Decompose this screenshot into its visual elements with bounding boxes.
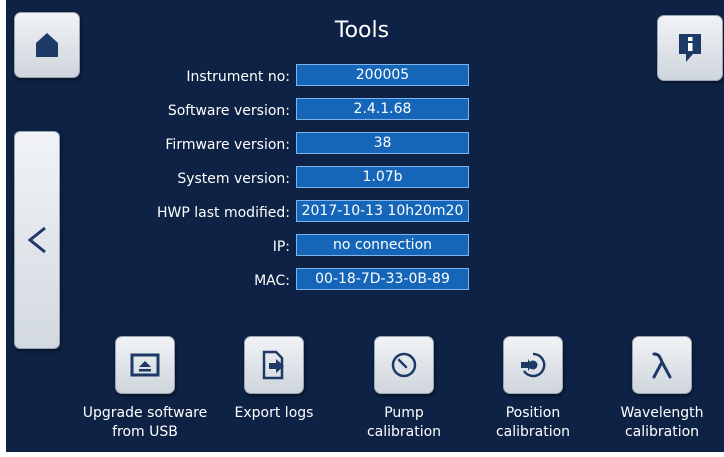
tool-upgrade-software: Upgrade software from USB — [75, 336, 215, 442]
wavelength-calibration-label: Wavelength calibration — [620, 405, 704, 440]
firmware-version-label: Firmware version: — [165, 137, 290, 153]
info-icon — [679, 34, 701, 62]
tool-position-calibration: Position calibration — [463, 336, 603, 442]
pump-calibration-label: Pump calibration — [366, 405, 442, 440]
ip-value: no connection — [296, 234, 469, 256]
page-title: Tools — [334, 18, 390, 43]
instrument-no-label: Instrument no: — [186, 69, 290, 85]
wavelength-calibration-button[interactable] — [632, 336, 692, 394]
software-version-label: Software version: — [167, 103, 290, 119]
pump-calibration-button[interactable] — [374, 336, 434, 394]
system-version-value: 1.07b — [296, 166, 469, 188]
firmware-version-value: 38 — [296, 132, 469, 154]
software-version-value: 2.4.1.68 — [296, 98, 469, 120]
position-calibration-button[interactable] — [503, 336, 563, 394]
position-target-icon — [521, 352, 546, 378]
tool-wavelength-calibration: Wavelength calibration — [592, 336, 724, 442]
system-version-label: System version: — [177, 171, 290, 187]
export-file-icon — [262, 350, 284, 380]
mac-value: 00-18-7D-33-0B-89 — [296, 268, 469, 290]
upgrade-software-label: Upgrade software from USB — [82, 405, 208, 440]
tool-pump-calibration: Pump calibration — [334, 336, 474, 442]
ip-label: IP: — [272, 239, 290, 255]
lambda-icon — [652, 352, 672, 379]
tool-export-logs: Export logs — [204, 336, 344, 423]
instrument-no-value: 200005 — [296, 64, 469, 86]
export-logs-button[interactable] — [244, 336, 304, 394]
gauge-icon — [391, 352, 417, 378]
hwp-last-modified-label: HWP last modified: — [157, 205, 290, 221]
position-calibration-label: Position calibration — [495, 405, 571, 440]
hwp-last-modified-value: 2017-10-13 10h20m20 — [296, 200, 469, 222]
info-button[interactable] — [657, 15, 723, 81]
mac-label: MAC: — [254, 273, 290, 289]
export-logs-label: Export logs — [234, 405, 314, 421]
home-icon — [36, 33, 58, 57]
upgrade-software-button[interactable] — [115, 336, 175, 394]
upload-image-icon — [130, 353, 160, 377]
